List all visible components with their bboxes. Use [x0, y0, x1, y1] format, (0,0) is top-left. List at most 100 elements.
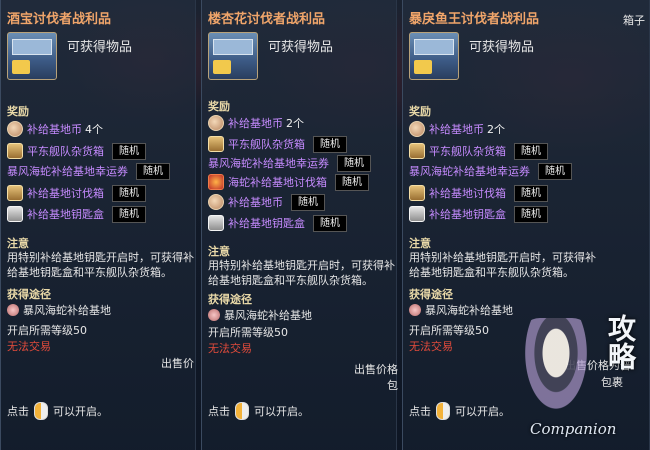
random-badge: 随机 — [538, 162, 572, 180]
chest-icon — [409, 32, 459, 80]
source-text: 暴风海蛇补给基地 — [425, 304, 513, 317]
watermark-text: Companion — [530, 420, 617, 438]
random-badge: 随机 — [112, 184, 146, 202]
item-title: 暴戾鱼王讨伐者战利品 — [409, 12, 540, 27]
click-hint: 点击 可以开启。 — [208, 402, 309, 420]
reward-row: 补给基地币 2个 — [409, 120, 505, 138]
note-heading: 注意 — [208, 245, 230, 258]
box-icon — [208, 215, 224, 231]
level-requirement: 开启所需等级50 — [7, 324, 87, 337]
random-badge: 随机 — [112, 205, 146, 223]
sell-note: 包裹 — [601, 376, 623, 389]
source-icon — [7, 304, 19, 316]
source-icon — [409, 304, 421, 316]
reward-row: 平东舰队杂货箱 随机 — [208, 135, 347, 153]
reward-name: 补给基地币 — [228, 117, 283, 130]
reward-name: 平东舰队杂货箱 — [429, 145, 506, 158]
item-title: 楼杏花讨伐者战利品 — [208, 12, 326, 27]
reward-row: 补给基地币 随机 — [208, 193, 325, 211]
random-badge: 随机 — [136, 162, 170, 180]
chest-icon — [208, 32, 258, 80]
no-trade-label: 无法交易 — [7, 340, 51, 353]
random-badge: 随机 — [335, 173, 369, 191]
reward-name: 补给基地钥匙盒 — [429, 208, 506, 221]
click-post: 可以开启。 — [53, 405, 108, 418]
chest-icon — [208, 136, 224, 152]
click-hint: 点击 可以开启。 — [409, 402, 510, 420]
source-row: 暴风海蛇补给基地 — [409, 302, 513, 318]
reward-row: 暴风海蛇补给基地幸运券 随机 — [208, 154, 371, 172]
source-row: 暴风海蛇补给基地 — [7, 302, 111, 318]
reward-name: 补给基地币 — [228, 196, 283, 209]
reward-name: 暴风海蛇补给基地幸运券 — [409, 165, 530, 178]
random-badge: 随机 — [514, 142, 548, 160]
source-heading: 获得途径 — [409, 288, 453, 301]
reward-row: 暴风海蛇补给基地幸运券 随机 — [409, 162, 572, 180]
reward-name: 暴风海蛇补给基地幸运券 — [208, 157, 329, 170]
reward-name: 补给基地讨伐箱 — [429, 187, 506, 200]
source-heading: 获得途径 — [7, 288, 51, 301]
sell-price: 出售价格 — [354, 363, 398, 376]
reward-heading: 奖励 — [409, 105, 431, 118]
tooltip-panel-2: 楼杏花讨伐者战利品 可获得物品 奖励 补给基地币 2个 平东舰队杂货箱 随机 暴… — [201, 0, 398, 450]
no-trade-label: 无法交易 — [208, 342, 252, 355]
click-post: 可以开启。 — [455, 405, 510, 418]
click-post: 可以开启。 — [254, 405, 309, 418]
mouse-icon — [34, 402, 48, 420]
level-requirement: 开启所需等级50 — [409, 324, 489, 337]
note-text: 用特别补给基地钥匙开启时，可获得补给基地钥匙盒和平东舰队杂货箱。 — [409, 251, 596, 279]
box-icon — [7, 206, 23, 222]
reward-row: 补给基地钥匙盒 随机 — [409, 205, 548, 223]
reward-name: 补给基地币 — [429, 123, 484, 136]
reward-row: 补给基地讨伐箱 随机 — [409, 184, 548, 202]
tooltip-panel-1: 酒宝讨伐者战利品 可获得物品 奖励 补给基地币 4个 平东舰队杂货箱 随机 暴风… — [0, 0, 196, 450]
no-trade-label: 无法交易 — [409, 340, 453, 353]
source-icon — [208, 309, 220, 321]
mouse-icon — [235, 402, 249, 420]
click-pre: 点击 — [7, 405, 29, 418]
chest-icon — [7, 185, 23, 201]
reward-row: 平东舰队杂货箱 随机 — [7, 142, 146, 160]
reward-heading: 奖励 — [208, 100, 230, 113]
click-pre: 点击 — [409, 405, 431, 418]
note-heading: 注意 — [409, 237, 431, 250]
watermark-logo: 攻略 — [604, 314, 637, 370]
coin-icon — [7, 121, 23, 137]
reward-name: 平东舰队杂货箱 — [27, 145, 104, 158]
reward-name: 平东舰队杂货箱 — [228, 138, 305, 151]
random-badge: 随机 — [313, 135, 347, 153]
random-badge: 随机 — [313, 214, 347, 232]
random-badge: 随机 — [514, 205, 548, 223]
reward-row: 补给基地讨伐箱 随机 — [7, 184, 146, 202]
mouse-icon — [436, 402, 450, 420]
random-badge: 随机 — [112, 142, 146, 160]
reward-qty: 4个 — [85, 123, 103, 136]
source-row: 暴风海蛇补给基地 — [208, 307, 312, 323]
reward-qty: 2个 — [487, 123, 505, 136]
reward-name: 补给基地钥匙盒 — [27, 208, 104, 221]
box-icon — [409, 206, 425, 222]
corner-label: 箱子 — [623, 14, 645, 27]
source-text: 暴风海蛇补给基地 — [224, 309, 312, 322]
reward-name: 补给基地钥匙盒 — [228, 217, 305, 230]
chest-icon — [7, 143, 23, 159]
random-badge: 随机 — [291, 193, 325, 211]
reward-row: 平东舰队杂货箱 随机 — [409, 142, 548, 160]
sell-note: 包 — [387, 379, 398, 392]
obtain-label: 可获得物品 — [268, 40, 334, 55]
fire-icon — [208, 174, 224, 190]
chest-icon — [409, 185, 425, 201]
note-heading: 注意 — [7, 237, 29, 250]
reward-name: 补给基地讨伐箱 — [27, 187, 104, 200]
reward-qty: 2个 — [286, 117, 304, 130]
item-title: 酒宝讨伐者战利品 — [7, 12, 112, 27]
level-requirement: 开启所需等级50 — [208, 326, 288, 339]
sell-price: 出售价 — [161, 357, 194, 370]
note-text: 用特别补给基地钥匙开启时，可获得补给基地钥匙盒和平东舰队杂货箱。 — [7, 251, 194, 279]
random-badge: 随机 — [337, 154, 371, 172]
random-badge: 随机 — [514, 184, 548, 202]
reward-row: 补给基地币 4个 — [7, 120, 103, 138]
reward-heading: 奖励 — [7, 105, 29, 118]
click-hint: 点击 可以开启。 — [7, 402, 108, 420]
click-pre: 点击 — [208, 405, 230, 418]
